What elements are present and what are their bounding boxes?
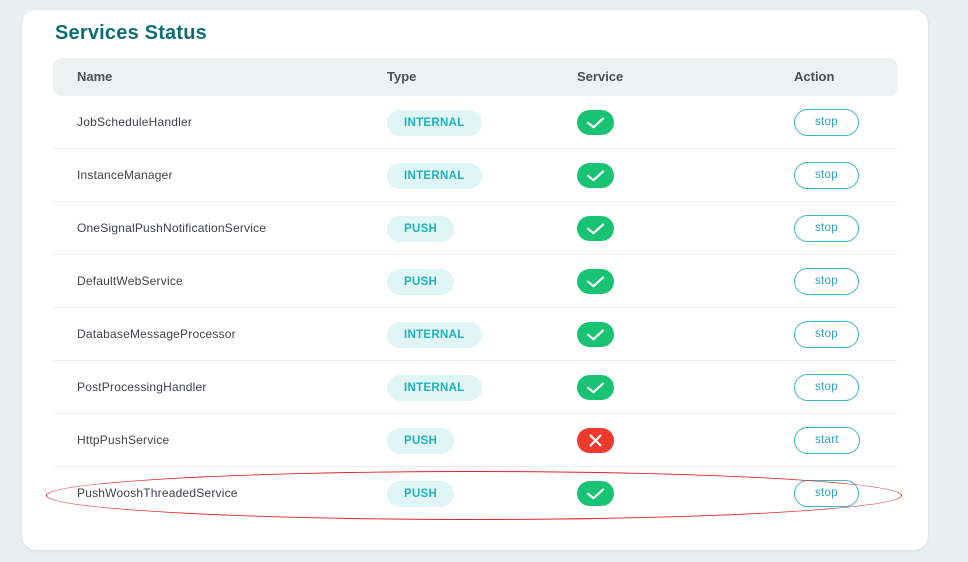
stop-button[interactable]: stop: [794, 374, 859, 401]
status-ok-icon: [577, 375, 614, 400]
page-title: Services Status: [55, 22, 207, 44]
service-name: OneSignalPushNotificationService: [77, 221, 267, 235]
start-button[interactable]: start: [794, 427, 860, 454]
stop-button[interactable]: stop: [794, 480, 859, 507]
status-ok-icon: [577, 110, 614, 135]
service-name: PostProcessingHandler: [77, 380, 207, 394]
services-table-body: JobScheduleHandler INTERNAL stop Instanc…: [53, 96, 897, 520]
type-badge: INTERNAL: [387, 375, 482, 401]
header-action: Action: [794, 69, 835, 84]
service-name: DatabaseMessageProcessor: [77, 327, 236, 341]
table-row: JobScheduleHandler INTERNAL stop: [53, 96, 897, 149]
table-row: OneSignalPushNotificationService PUSH st…: [53, 202, 897, 255]
header-type: Type: [387, 69, 417, 84]
stop-button[interactable]: stop: [794, 162, 859, 189]
service-name: DefaultWebService: [77, 274, 183, 288]
services-status-card: Services Status Name Type Service Action…: [22, 10, 928, 550]
type-badge: INTERNAL: [387, 110, 482, 136]
table-row: DefaultWebService PUSH stop: [53, 255, 897, 308]
service-name: JobScheduleHandler: [77, 115, 193, 129]
type-badge: INTERNAL: [387, 163, 482, 189]
status-ok-icon: [577, 163, 614, 188]
header-service: Service: [577, 69, 624, 84]
type-badge: PUSH: [387, 481, 455, 507]
type-badge: PUSH: [387, 269, 455, 295]
status-ok-icon: [577, 269, 614, 294]
service-name: HttpPushService: [77, 433, 170, 447]
stop-button[interactable]: stop: [794, 268, 859, 295]
status-error-icon: [577, 428, 614, 453]
type-badge: PUSH: [387, 216, 455, 242]
status-ok-icon: [577, 322, 614, 347]
status-ok-icon: [577, 216, 614, 241]
table-row: InstanceManager INTERNAL stop: [53, 149, 897, 202]
type-badge: INTERNAL: [387, 322, 482, 348]
table-row: HttpPushService PUSH start: [53, 414, 897, 467]
table-row: DatabaseMessageProcessor INTERNAL stop: [53, 308, 897, 361]
type-badge: PUSH: [387, 428, 455, 454]
table-row: PostProcessingHandler INTERNAL stop: [53, 361, 897, 414]
table-header: Name Type Service Action: [53, 58, 897, 96]
stop-button[interactable]: stop: [794, 215, 859, 242]
service-name: PushWooshThreadedService: [77, 486, 238, 500]
stop-button[interactable]: stop: [794, 109, 859, 136]
header-name: Name: [77, 69, 113, 84]
status-ok-icon: [577, 481, 614, 506]
stop-button[interactable]: stop: [794, 321, 859, 348]
service-name: InstanceManager: [77, 168, 173, 182]
table-row: PushWooshThreadedService PUSH stop: [53, 467, 897, 520]
